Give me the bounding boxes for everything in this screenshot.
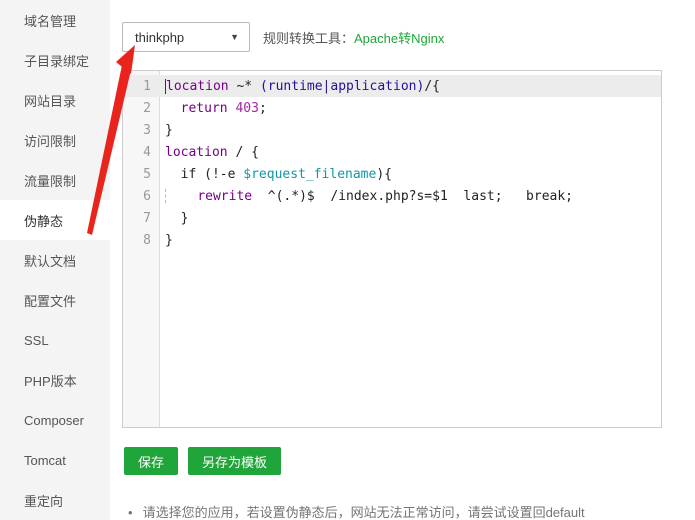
code-row-1[interactable]: 1 location ~* (runtime|application)/{ bbox=[123, 75, 661, 97]
line-number: 3 bbox=[143, 122, 151, 138]
action-buttons: 保存 另存为模板 bbox=[124, 447, 291, 475]
editor-code-area[interactable]: 1 location ~* (runtime|application)/{ 2 re… bbox=[123, 75, 661, 251]
save-as-template-button[interactable]: 另存为模板 bbox=[188, 447, 282, 475]
sidebar-item-default-document[interactable]: 默认文档 bbox=[0, 240, 110, 280]
sidebar-item-pseudo-static[interactable]: 伪静态 bbox=[0, 200, 110, 240]
save-button[interactable]: 保存 bbox=[124, 447, 179, 475]
apache-to-nginx-link[interactable]: Apache转Nginx bbox=[354, 31, 444, 46]
sidebar-item-domain-management[interactable]: 域名管理 bbox=[0, 0, 110, 40]
app-type-select[interactable]: thinkphp ▼ bbox=[122, 22, 250, 52]
sidebar: 域名管理 子目录绑定 网站目录 访问限制 流量限制 伪静态 默认文档 配置文件 SSL PHP版本… bbox=[0, 0, 110, 520]
convert-tool: 规则转换工具：Apache转Nginx bbox=[263, 28, 444, 47]
chevron-down-icon: ▼ bbox=[230, 32, 239, 42]
code-row-2[interactable]: 2 return 403; bbox=[123, 97, 661, 119]
code-line-text: } bbox=[165, 122, 173, 138]
sidebar-item-php-version[interactable]: PHP版本 bbox=[0, 360, 110, 400]
code-row-6[interactable]: 6 rewrite ^(.*)$ /index.php?s=$1 last; b… bbox=[123, 185, 661, 207]
help-note: • 请选择您的应用，若设置伪静态后，网站无法正常访问，请尝试设置回default bbox=[128, 502, 585, 520]
convert-tool-label: 规则转换工具： bbox=[263, 30, 355, 46]
line-number: 4 bbox=[143, 144, 151, 160]
sidebar-item-config-file[interactable]: 配置文件 bbox=[0, 280, 110, 320]
code-line-text: } bbox=[165, 210, 189, 226]
sidebar-item-access-restriction[interactable]: 访问限制 bbox=[0, 120, 110, 160]
sidebar-item-composer[interactable]: Composer bbox=[0, 400, 110, 440]
code-line-text: if (!-e $request_filename){ bbox=[165, 166, 392, 182]
line-number: 6 bbox=[143, 188, 151, 204]
line-number: 7 bbox=[143, 210, 151, 226]
line-number: 5 bbox=[143, 166, 151, 182]
code-line-text: } bbox=[165, 232, 173, 248]
bullet-icon: • bbox=[128, 505, 133, 520]
line-number: 1 bbox=[143, 78, 151, 94]
sidebar-item-traffic-limit[interactable]: 流量限制 bbox=[0, 160, 110, 200]
code-row-5[interactable]: 5 if (!-e $request_filename){ bbox=[123, 163, 661, 185]
rewrite-rule-editor[interactable]: 1 location ~* (runtime|application)/{ 2 re… bbox=[122, 70, 662, 428]
toolbar: thinkphp ▼ 规则转换工具：Apache转Nginx bbox=[122, 22, 444, 52]
code-line-text: rewrite ^(.*)$ /index.php?s=$1 last; bre… bbox=[160, 189, 573, 204]
line-number: 8 bbox=[143, 232, 151, 248]
sidebar-item-subdirectory-binding[interactable]: 子目录绑定 bbox=[0, 40, 110, 80]
help-note-text: 请选择您的应用，若设置伪静态后，网站无法正常访问，请尝试设置回default bbox=[142, 505, 585, 520]
code-row-4[interactable]: 4 location / { bbox=[123, 141, 661, 163]
app-type-select-value: thinkphp bbox=[135, 29, 185, 45]
site-settings-window: 域名管理 子目录绑定 网站目录 访问限制 流量限制 伪静态 默认文档 配置文件 SSL PHP版本… bbox=[0, 0, 695, 520]
code-row-3[interactable]: 3} bbox=[123, 119, 661, 141]
sidebar-item-site-directory[interactable]: 网站目录 bbox=[0, 80, 110, 120]
line-number: 2 bbox=[143, 100, 151, 116]
code-line-text: location / { bbox=[165, 144, 259, 160]
sidebar-item-redirect[interactable]: 重定向 bbox=[0, 480, 110, 520]
code-row-8[interactable]: 8} bbox=[123, 229, 661, 251]
code-row-7[interactable]: 7 } bbox=[123, 207, 661, 229]
sidebar-item-tomcat[interactable]: Tomcat bbox=[0, 440, 110, 480]
code-line-text: location ~* (runtime|application)/{ bbox=[165, 78, 440, 94]
code-line-text: return 403; bbox=[180, 100, 267, 116]
sidebar-item-ssl[interactable]: SSL bbox=[0, 320, 110, 360]
